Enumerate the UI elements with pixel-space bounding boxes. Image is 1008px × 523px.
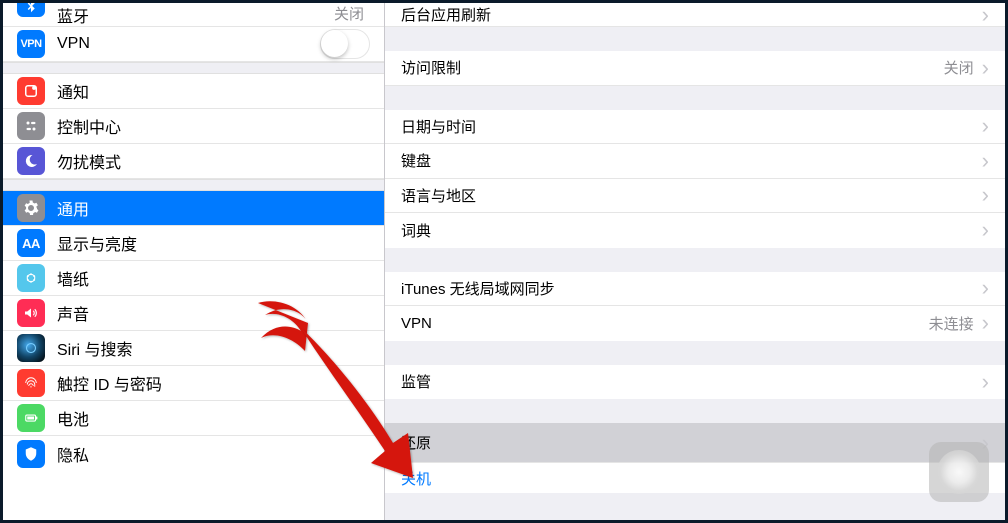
siri-icon bbox=[17, 334, 45, 362]
row-date-time[interactable]: 日期与时间 › bbox=[385, 110, 1005, 145]
row-itunes-sync[interactable]: iTunes 无线局域网同步 › bbox=[385, 272, 1005, 307]
sidebar-item-wallpaper[interactable]: 墙纸 bbox=[3, 261, 384, 296]
battery-icon bbox=[17, 404, 45, 432]
general-icon bbox=[17, 194, 45, 222]
dnd-icon bbox=[17, 147, 45, 175]
sidebar-item-siri[interactable]: Siri 与搜索 bbox=[3, 331, 384, 366]
shutdown-label: 关机 bbox=[401, 468, 989, 489]
detail-pane: 后台应用刷新 › 访问限制 关闭 › 日期与时间 › 键盘 › 语言与地区 bbox=[385, 3, 1005, 520]
privacy-icon bbox=[17, 440, 45, 468]
control-center-icon bbox=[17, 112, 45, 140]
touchid-label: 触控 ID 与密码 bbox=[57, 371, 370, 395]
bluetooth-icon bbox=[17, 3, 45, 17]
row-vpn-detail[interactable]: VPN 未连接 › bbox=[385, 306, 1005, 341]
row-shutdown[interactable]: 关机 bbox=[385, 463, 1005, 493]
language-region-label: 语言与地区 bbox=[401, 185, 982, 206]
privacy-label: 隐私 bbox=[57, 442, 370, 466]
battery-label: 电池 bbox=[57, 406, 370, 430]
control-center-label: 控制中心 bbox=[57, 114, 370, 138]
notifications-label: 通知 bbox=[57, 79, 370, 103]
chevron-right-icon: › bbox=[982, 312, 989, 334]
vpn-detail-label: VPN bbox=[401, 315, 929, 332]
dnd-label: 勿扰模式 bbox=[57, 149, 370, 173]
reset-label: 还原 bbox=[401, 432, 982, 453]
vpn-switch[interactable] bbox=[320, 29, 370, 59]
display-label: 显示与亮度 bbox=[57, 231, 370, 255]
sound-label: 声音 bbox=[57, 301, 370, 325]
settings-sidebar: 蓝牙 关闭 VPN VPN 通知 控制中心 勿扰模式 bbox=[3, 3, 385, 520]
chevron-right-icon: › bbox=[982, 184, 989, 206]
chevron-right-icon: › bbox=[982, 219, 989, 241]
sidebar-item-bluetooth[interactable]: 蓝牙 关闭 bbox=[3, 3, 384, 27]
row-restrictions[interactable]: 访问限制 关闭 › bbox=[385, 51, 1005, 86]
sidebar-item-vpn[interactable]: VPN VPN bbox=[3, 27, 384, 62]
separator bbox=[3, 62, 384, 74]
vpn-detail-value: 未连接 bbox=[929, 313, 974, 334]
dictionary-label: 词典 bbox=[401, 220, 982, 241]
sidebar-item-battery[interactable]: 电池 bbox=[3, 401, 384, 436]
row-profiles[interactable]: 监管 › bbox=[385, 365, 1005, 400]
restrictions-value: 关闭 bbox=[944, 57, 974, 78]
date-time-label: 日期与时间 bbox=[401, 116, 982, 137]
profiles-label: 监管 bbox=[401, 371, 982, 392]
bluetooth-value: 关闭 bbox=[334, 3, 364, 24]
sidebar-item-privacy[interactable]: 隐私 bbox=[3, 436, 384, 471]
sidebar-item-dnd[interactable]: 勿扰模式 bbox=[3, 144, 384, 179]
display-icon: AA bbox=[17, 229, 45, 257]
siri-label: Siri 与搜索 bbox=[57, 336, 370, 360]
sidebar-item-control-center[interactable]: 控制中心 bbox=[3, 109, 384, 144]
sidebar-item-notifications[interactable]: 通知 bbox=[3, 74, 384, 109]
sound-icon bbox=[17, 299, 45, 327]
assistive-touch-button[interactable] bbox=[929, 442, 989, 502]
row-reset[interactable]: 还原 › bbox=[385, 423, 1005, 463]
restrictions-label: 访问限制 bbox=[401, 57, 944, 78]
touchid-icon bbox=[17, 369, 45, 397]
sidebar-item-general[interactable]: 通用 bbox=[3, 191, 384, 226]
chevron-right-icon: › bbox=[982, 150, 989, 172]
row-keyboard[interactable]: 键盘 › bbox=[385, 144, 1005, 179]
notifications-icon bbox=[17, 77, 45, 105]
vpn-label: VPN bbox=[57, 35, 320, 53]
vpn-icon: VPN bbox=[17, 30, 45, 58]
chevron-right-icon: › bbox=[982, 115, 989, 137]
assistive-touch-icon bbox=[937, 450, 981, 494]
itunes-sync-label: iTunes 无线局域网同步 bbox=[401, 278, 982, 299]
chevron-right-icon: › bbox=[982, 371, 989, 393]
sidebar-item-sound[interactable]: 声音 bbox=[3, 296, 384, 331]
bluetooth-label: 蓝牙 bbox=[57, 3, 334, 27]
background-refresh-label: 后台应用刷新 bbox=[401, 4, 982, 25]
sidebar-item-display[interactable]: AA 显示与亮度 bbox=[3, 226, 384, 261]
sidebar-item-touchid[interactable]: 触控 ID 与密码 bbox=[3, 366, 384, 401]
separator bbox=[3, 179, 384, 191]
wallpaper-icon bbox=[17, 264, 45, 292]
row-language-region[interactable]: 语言与地区 › bbox=[385, 179, 1005, 214]
wallpaper-label: 墙纸 bbox=[57, 266, 370, 290]
chevron-right-icon: › bbox=[982, 277, 989, 299]
row-dictionary[interactable]: 词典 › bbox=[385, 213, 1005, 248]
chevron-right-icon: › bbox=[982, 4, 989, 26]
row-background-refresh[interactable]: 后台应用刷新 › bbox=[385, 3, 1005, 27]
keyboard-label: 键盘 bbox=[401, 150, 982, 171]
general-label: 通用 bbox=[57, 196, 370, 220]
chevron-right-icon: › bbox=[982, 57, 989, 79]
